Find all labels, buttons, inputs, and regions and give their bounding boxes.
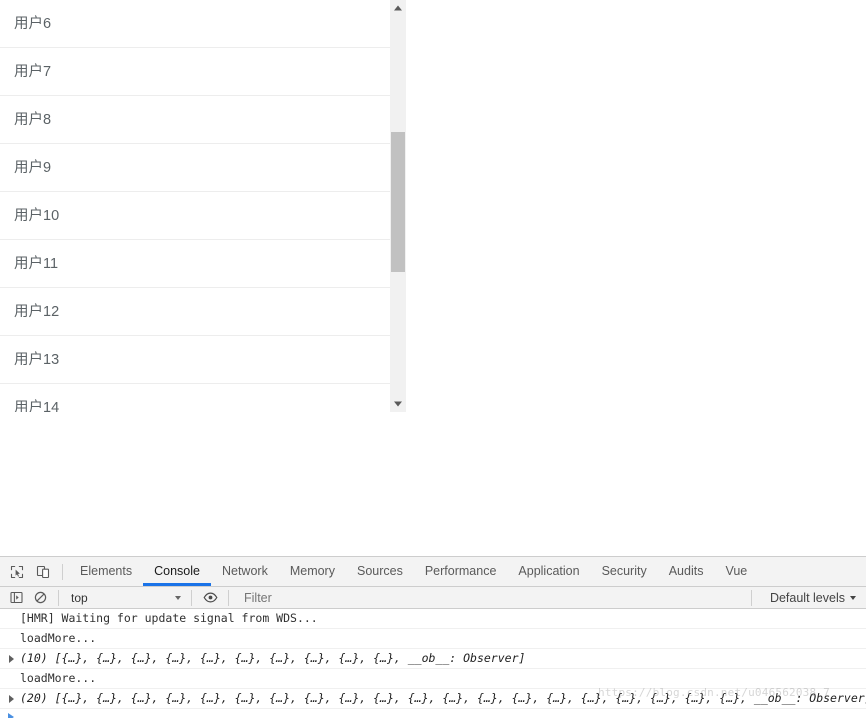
scrollbar-down-button[interactable] — [390, 396, 406, 412]
disclosure-triangle-icon[interactable] — [9, 694, 14, 703]
chevron-down-icon — [175, 595, 181, 600]
list-item[interactable]: 用户7 — [0, 48, 390, 96]
user-list: 用户6 用户7 用户8 用户9 用户10 用户11 用户12 用户13 用户14 — [0, 0, 390, 412]
tab-audits[interactable]: Audits — [658, 557, 715, 586]
list-item[interactable]: 用户6 — [0, 0, 390, 48]
console-prompt-row[interactable] — [0, 709, 866, 718]
user-list-scroll-container[interactable]: 用户6 用户7 用户8 用户9 用户10 用户11 用户12 用户13 用户14 — [0, 0, 406, 412]
console-filter-input[interactable] — [235, 587, 745, 608]
console-levels-label: Default levels — [769, 590, 845, 605]
list-item[interactable]: 用户12 — [0, 288, 390, 336]
console-message-row[interactable]: [HMR] Waiting for update signal from WDS… — [0, 609, 866, 629]
console-toolbar-divider-4 — [750, 589, 752, 606]
console-message-row[interactable]: (10) [{…}, {…}, {…}, {…}, {…}, {…}, {…},… — [0, 649, 866, 669]
console-message-row[interactable]: loadMore... — [0, 629, 866, 649]
list-item[interactable]: 用户10 — [0, 192, 390, 240]
tab-vue[interactable]: Vue — [714, 557, 758, 586]
devtools-panel: Elements Console Network Memory Sources Perfo… — [0, 556, 866, 719]
console-message-area[interactable]: [HMR] Waiting for update signal from WDS… — [0, 609, 866, 718]
console-message-text: (10) [{…}, {…}, {…}, {…}, {…}, {…}, {…},… — [20, 651, 526, 665]
device-toolbar-icon[interactable] — [30, 559, 56, 585]
console-message-row[interactable]: loadMore... — [0, 669, 866, 689]
inspect-element-icon[interactable] — [4, 559, 30, 585]
tab-elements[interactable]: Elements — [69, 557, 143, 586]
toolbar-divider — [62, 563, 63, 580]
tab-performance[interactable]: Performance — [414, 557, 508, 586]
scrollbar-thumb[interactable] — [391, 132, 405, 272]
scroll-down-arrow-icon — [394, 401, 402, 407]
list-item[interactable]: 用户14 — [0, 384, 390, 412]
console-context-selector[interactable]: top — [65, 589, 185, 607]
console-message-text: loadMore... — [20, 671, 97, 685]
tab-network[interactable]: Network — [211, 557, 279, 586]
devtools-tabbar: Elements Console Network Memory Sources Perfo… — [0, 557, 866, 587]
list-vertical-scrollbar[interactable] — [390, 0, 406, 412]
scroll-up-arrow-icon — [394, 5, 402, 11]
tab-console[interactable]: Console — [143, 557, 211, 586]
list-item[interactable]: 用户11 — [0, 240, 390, 288]
console-levels-dropdown[interactable]: Default levels — [758, 591, 866, 605]
tab-security[interactable]: Security — [591, 557, 658, 586]
scrollbar-up-button[interactable] — [390, 0, 406, 16]
chevron-down-icon — [850, 595, 856, 600]
console-sidebar-toggle-icon[interactable] — [4, 588, 28, 608]
list-item[interactable]: 用户8 — [0, 96, 390, 144]
console-toolbar-divider-1 — [58, 589, 59, 606]
console-message-row[interactable]: (20) [{…}, {…}, {…}, {…}, {…}, {…}, {…},… — [0, 689, 866, 709]
page-viewport: 用户6 用户7 用户8 用户9 用户10 用户11 用户12 用户13 用户14 — [0, 0, 866, 556]
disclosure-triangle-icon[interactable] — [9, 654, 14, 663]
console-message-text: [HMR] Waiting for update signal from WDS… — [20, 611, 318, 625]
console-message-text: (20) [{…}, {…}, {…}, {…}, {…}, {…}, {…},… — [20, 691, 866, 705]
live-expression-eye-icon[interactable] — [198, 588, 222, 608]
console-toolbar: top Default levels — [0, 587, 866, 609]
console-context-value: top — [71, 590, 88, 605]
list-item[interactable]: 用户13 — [0, 336, 390, 384]
console-prompt-caret-icon — [8, 713, 14, 718]
list-item[interactable]: 用户9 — [0, 144, 390, 192]
tab-memory[interactable]: Memory — [279, 557, 346, 586]
clear-console-icon[interactable] — [28, 588, 52, 608]
console-toolbar-divider-2 — [191, 589, 192, 606]
console-message-text: loadMore... — [20, 631, 97, 645]
console-toolbar-divider-3 — [228, 589, 229, 606]
tab-application[interactable]: Application — [507, 557, 590, 586]
tab-sources[interactable]: Sources — [346, 557, 414, 586]
